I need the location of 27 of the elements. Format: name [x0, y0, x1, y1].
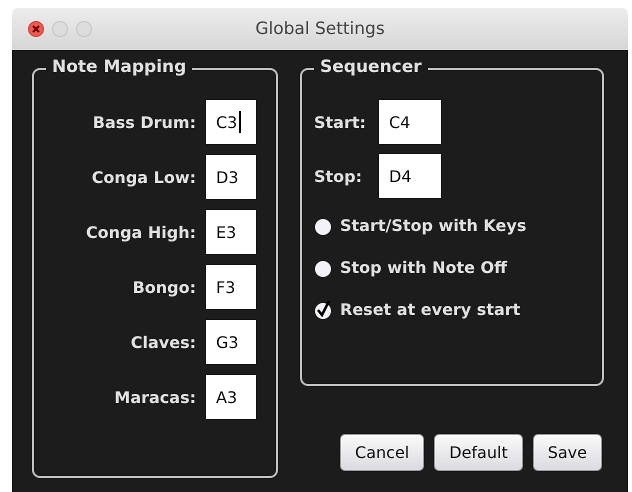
- note-field[interactable]: G3: [206, 320, 256, 364]
- option-label: Reset at every start: [340, 300, 520, 318]
- note-field[interactable]: F3: [206, 265, 256, 309]
- field-label: Start:: [314, 112, 367, 132]
- field-label: Conga High:: [86, 222, 196, 242]
- note-field[interactable]: C4: [379, 100, 441, 144]
- field-label: Conga Low:: [92, 168, 196, 186]
- option-label: Start/Stop with Keys: [340, 216, 526, 234]
- note-field[interactable]: D4: [379, 154, 441, 198]
- note-field[interactable]: E3: [206, 210, 256, 254]
- checkbox[interactable]: [314, 298, 334, 320]
- dialog-button[interactable]: Save: [532, 434, 602, 471]
- field-label: Maracas:: [114, 388, 196, 406]
- window-title: Global Settings: [255, 19, 385, 39]
- dialog-button[interactable]: Default: [434, 434, 523, 471]
- close-icon[interactable]: [28, 21, 44, 37]
- option-label: Stop with Note Off: [340, 258, 508, 276]
- dialog-button[interactable]: Cancel: [340, 434, 424, 471]
- field-label: Bongo:: [132, 278, 196, 296]
- note-field[interactable]: C3: [206, 100, 256, 144]
- field-label: Claves:: [130, 332, 196, 352]
- note-field[interactable]: A3: [206, 375, 256, 419]
- field-label: Stop:: [314, 166, 364, 186]
- group-title: Sequencer: [314, 57, 428, 77]
- note-field[interactable]: D3: [206, 155, 256, 199]
- group-title: Note Mapping: [46, 57, 192, 77]
- field-label: Bass Drum:: [92, 112, 196, 132]
